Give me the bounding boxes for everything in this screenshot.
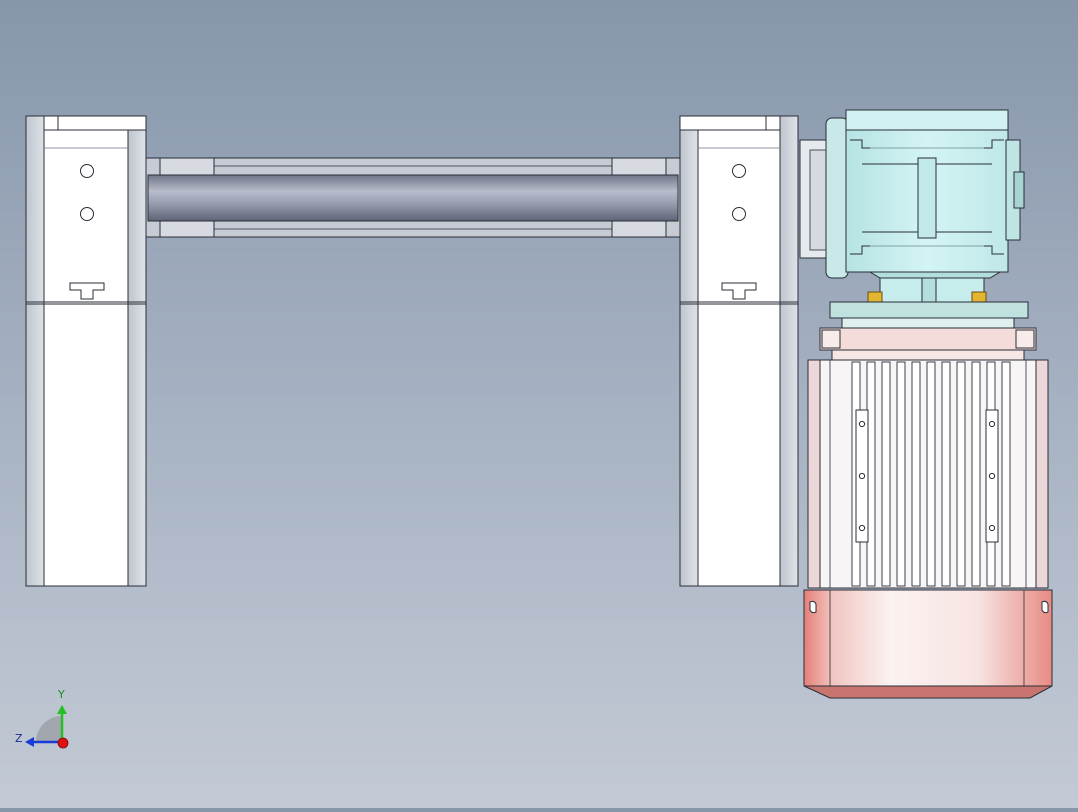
- x-axis-origin-dot: [57, 737, 69, 749]
- bolt-hole: [732, 164, 746, 178]
- triad-y-label: Y: [58, 688, 65, 701]
- z-axis-arrowhead: [25, 737, 34, 747]
- gearbox: [799, 109, 1029, 329]
- bolt-hole: [80, 207, 94, 221]
- triad-z-label: Z: [15, 732, 23, 745]
- model-drawing: [25, 109, 1053, 749]
- right-support-frame: [679, 115, 799, 587]
- electric-motor: [803, 327, 1053, 699]
- cad-viewport[interactable]: Y Z: [0, 0, 1078, 808]
- y-axis-arrowhead: [57, 705, 67, 714]
- bolt-hole: [80, 164, 94, 178]
- left-support-frame: [25, 115, 147, 587]
- triad-plane-shading: [36, 716, 62, 742]
- coordinate-triad[interactable]: [25, 705, 69, 749]
- bolt-hole: [732, 207, 746, 221]
- cross-tube: [145, 157, 681, 238]
